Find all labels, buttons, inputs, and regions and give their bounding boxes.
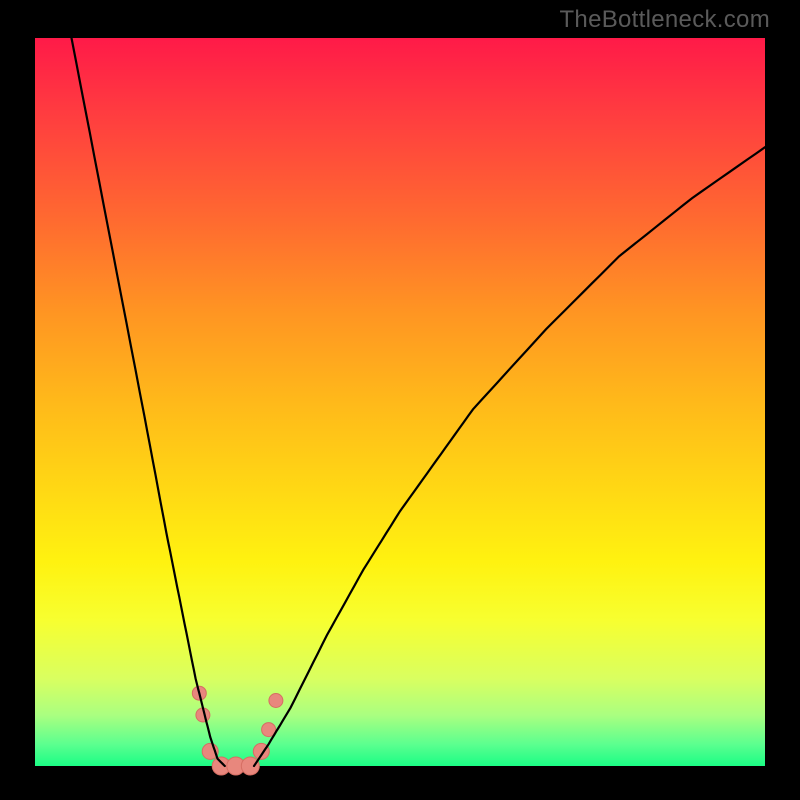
markers-group: [192, 686, 283, 775]
plot-area: [35, 38, 765, 766]
data-point-marker: [241, 757, 259, 775]
right-curve: [254, 147, 765, 766]
chart-svg: [35, 38, 765, 766]
left-curve: [72, 38, 225, 766]
watermark-text: TheBottleneck.com: [559, 6, 770, 34]
chart-frame: TheBottleneck.com: [0, 0, 800, 800]
data-point-marker: [269, 694, 283, 708]
